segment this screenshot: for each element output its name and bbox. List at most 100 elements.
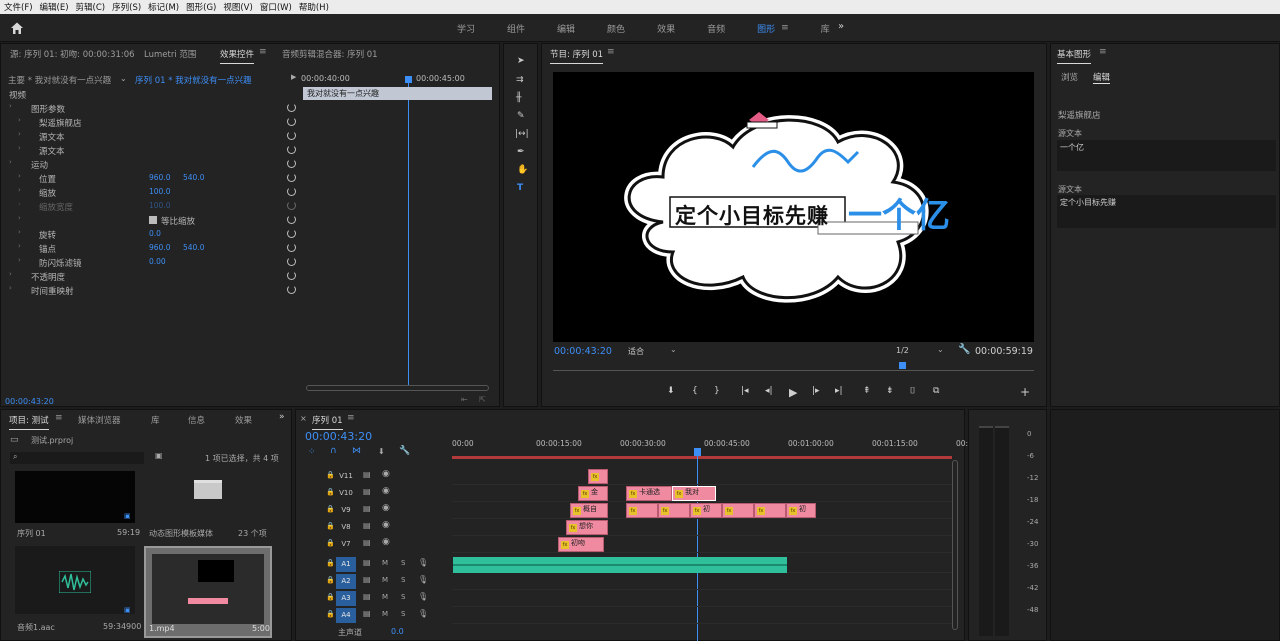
panel-menu-icon[interactable]: ≡ xyxy=(55,413,63,423)
reset-icon[interactable] xyxy=(287,159,296,168)
graphic-clip[interactable]: 想你 xyxy=(566,520,608,535)
disclosure-chevron-icon[interactable]: › xyxy=(18,172,21,180)
add-marker-icon[interactable]: ⬇ xyxy=(378,447,385,456)
tab-info[interactable]: 信息 xyxy=(188,414,205,426)
disclosure-chevron-icon[interactable]: › xyxy=(18,242,21,250)
graphic-clip[interactable]: 我对 xyxy=(672,486,716,501)
track-lane[interactable] xyxy=(452,591,952,607)
menu-item-0[interactable]: 文件(F) xyxy=(4,1,33,13)
panel-menu-icon[interactable]: ≡ xyxy=(1099,47,1107,57)
project-search-input[interactable] xyxy=(10,452,144,464)
effect-value[interactable]: 0.0 xyxy=(149,229,161,238)
timeline-ruler[interactable]: 00:00 00:00:15:00 00:00:30:00 00:00:45:00 00… xyxy=(452,436,976,456)
audio-track-header[interactable]: 🔒 A4 ▤ M S 🎙 xyxy=(296,608,452,624)
chevron-down-icon[interactable]: ⌄ xyxy=(120,74,127,83)
video-frame[interactable]: 定个小目标先赚 一个亿 xyxy=(553,72,1034,342)
eg-title[interactable]: 基本图形 xyxy=(1057,48,1092,64)
panel-menu-icon[interactable]: ≡ xyxy=(607,47,615,57)
eye-icon[interactable]: ◉ xyxy=(382,520,390,530)
audio-track-header[interactable]: 🔒 A3 ▤ M S 🎙 xyxy=(296,591,452,607)
reset-icon[interactable] xyxy=(287,229,296,238)
sync-lock-icon[interactable]: ▤ xyxy=(363,592,371,601)
close-icon[interactable]: × xyxy=(300,414,307,423)
mute-button[interactable]: M xyxy=(382,576,388,584)
reset-icon[interactable] xyxy=(287,103,296,112)
effect-value[interactable]: 100.0 xyxy=(149,201,170,210)
master-track-value[interactable]: 0.0 xyxy=(391,627,404,636)
disclosure-chevron-icon[interactable]: › xyxy=(18,144,21,152)
scrubber-bar[interactable] xyxy=(553,370,1034,371)
tab-audio-clip-mixer[interactable]: 音频剪辑混合器: 序列 01 xyxy=(282,48,378,60)
disclosure-chevron-icon[interactable]: › xyxy=(9,102,12,110)
track-label[interactable]: V9 xyxy=(336,503,356,518)
sync-lock-icon[interactable]: ▤ xyxy=(363,504,371,513)
disclosure-chevron-icon[interactable]: › xyxy=(18,186,21,194)
lock-icon[interactable]: 🔒 xyxy=(326,522,335,530)
item-name-2[interactable]: 音频1.aac xyxy=(17,622,55,633)
effect-row[interactable]: 梨遥旗舰店 › xyxy=(1,116,298,130)
workspace-tab-0[interactable]: 学习 xyxy=(457,22,475,35)
video-track-header[interactable]: 🔒 V9 ▤ ◉ xyxy=(296,503,452,519)
ec-scrollbar[interactable] xyxy=(306,385,489,391)
selection-tool-icon[interactable]: ➤ xyxy=(517,56,525,66)
effect-row[interactable]: 源文本 › xyxy=(1,130,298,144)
uniform-scale-checkbox[interactable] xyxy=(149,216,157,224)
effect-row[interactable]: 源文本 › xyxy=(1,144,298,158)
effect-row[interactable]: 缩放宽度 › 100.0 xyxy=(1,200,298,214)
microphone-icon[interactable]: 🎙 xyxy=(418,592,428,601)
panel-menu-icon[interactable]: ≡ xyxy=(347,413,355,423)
program-timecode[interactable]: 00:00:43:20 xyxy=(554,346,612,357)
track-lane[interactable] xyxy=(452,574,952,590)
mute-button[interactable]: M xyxy=(382,610,388,618)
play-only-audio-icon[interactable]: ▶ xyxy=(291,73,296,81)
resolution-select[interactable]: 1/2 xyxy=(896,346,909,355)
graphic-clip[interactable]: 初 xyxy=(786,503,816,518)
disclosure-chevron-icon[interactable]: › xyxy=(18,200,21,208)
timeline-playhead-head[interactable] xyxy=(694,448,701,456)
filter-icon[interactable]: ⇤ xyxy=(461,395,468,404)
disclosure-chevron-icon[interactable]: › xyxy=(18,116,21,124)
tab-media-browser[interactable]: 媒体浏览器 xyxy=(78,414,121,426)
graphic-clip[interactable]: 金 xyxy=(578,486,608,501)
track-label[interactable]: V10 xyxy=(336,486,356,501)
lock-icon[interactable]: 🔒 xyxy=(326,559,335,567)
reset-icon[interactable] xyxy=(287,117,296,126)
sync-lock-icon[interactable]: ▤ xyxy=(363,575,371,584)
disclosure-chevron-icon[interactable]: › xyxy=(9,270,12,278)
extract-icon[interactable]: ⇟ xyxy=(886,386,894,396)
workspace-tab-6[interactable]: 图形 xyxy=(757,22,775,35)
video-track-header[interactable]: 🔒 V7 ▤ ◉ xyxy=(296,537,452,553)
solo-button[interactable]: S xyxy=(401,593,405,601)
more-workspaces-icon[interactable]: » xyxy=(838,21,844,32)
menu-item-5[interactable]: 图形(G) xyxy=(186,1,216,13)
program-title[interactable]: 节目: 序列 01 xyxy=(550,48,604,64)
title-text-highlight[interactable]: 一个亿 xyxy=(848,188,950,237)
reset-icon[interactable] xyxy=(287,215,296,224)
timeline-vscroll[interactable] xyxy=(952,460,958,630)
menu-item-4[interactable]: 标记(M) xyxy=(148,1,179,13)
graphic-clip[interactable]: 卡通选 xyxy=(626,486,672,501)
reset-icon[interactable] xyxy=(287,271,296,280)
graphic-clip[interactable]: 初吻 xyxy=(558,537,604,552)
lift-icon[interactable]: ⇞ xyxy=(863,386,871,396)
item-name-0[interactable]: 序列 01 xyxy=(17,528,46,539)
workspace-tab-4[interactable]: 效果 xyxy=(657,22,675,35)
menu-item-3[interactable]: 序列(S) xyxy=(112,1,141,13)
timeline-title[interactable]: 序列 01 xyxy=(312,414,343,430)
reset-icon[interactable] xyxy=(287,187,296,196)
graphic-clip[interactable] xyxy=(588,469,608,484)
effect-value[interactable]: 0.00 xyxy=(149,257,166,266)
effect-row[interactable]: 位置 › 960.0 540.0 xyxy=(1,172,298,186)
slip-tool-icon[interactable]: |↔| xyxy=(515,129,529,139)
eye-icon[interactable]: ◉ xyxy=(382,537,390,547)
camera-icon[interactable]: ⌷ xyxy=(910,386,915,396)
compare-icon[interactable]: ⧉ xyxy=(933,386,939,396)
marker-icon[interactable]: ⬇ xyxy=(667,386,675,396)
reset-icon[interactable] xyxy=(287,257,296,266)
tab-effects[interactable]: 效果 xyxy=(235,414,252,426)
effect-row[interactable]: 时间重映射 › xyxy=(1,284,298,298)
in-out-bar[interactable] xyxy=(452,456,952,459)
razor-tool-icon[interactable]: ✎ xyxy=(517,111,525,121)
eye-icon[interactable]: ◉ xyxy=(382,469,390,479)
effect-value-2[interactable]: 540.0 xyxy=(183,173,204,182)
